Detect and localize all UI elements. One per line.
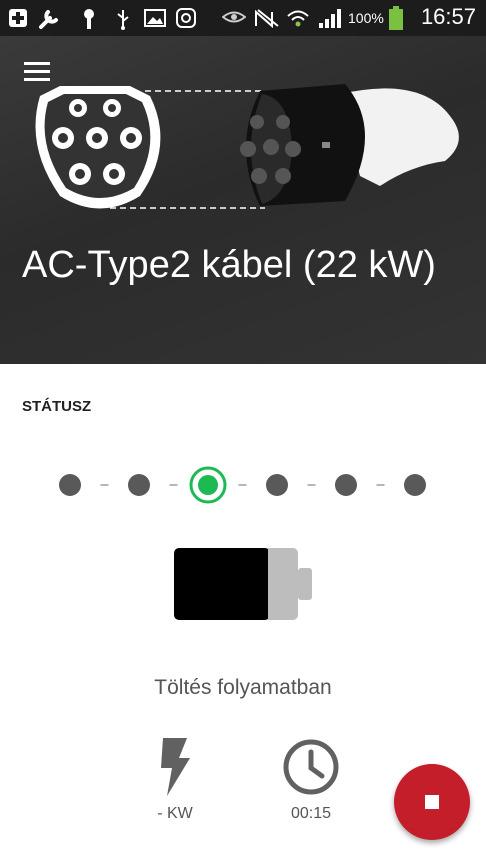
- type2-socket-icon: [35, 86, 161, 209]
- step-dot: [404, 474, 426, 496]
- hamburger-menu-icon[interactable]: [24, 62, 50, 82]
- step-dot-active: [198, 475, 218, 495]
- battery-charging-icon: [174, 548, 312, 620]
- step-dot: [128, 474, 150, 496]
- instagram-icon: [176, 8, 196, 28]
- power-stat: - KW: [130, 738, 220, 823]
- key-icon: [84, 9, 94, 29]
- type2-plug-image: [240, 84, 459, 206]
- page-title: AC-Type2 kábel (22 kW): [22, 244, 436, 286]
- clock-time: 16:57: [420, 4, 476, 29]
- stop-icon: [425, 795, 439, 809]
- eye-icon: [222, 11, 246, 23]
- hero-header: AC-Type2 kábel (22 kW): [0, 36, 486, 364]
- no-signal-icon: [255, 9, 279, 28]
- stop-charging-button[interactable]: [394, 764, 470, 840]
- charging-status-text: Töltés folyamatban: [154, 676, 332, 699]
- status-stepper: [59, 466, 426, 504]
- step-dot: [335, 474, 357, 496]
- clock-icon: [283, 739, 339, 795]
- status-bar: 100% 16:57: [0, 0, 486, 36]
- type2-connector-illustration: [35, 84, 459, 209]
- time-stat: 00:15: [266, 738, 356, 823]
- usb-icon: [117, 10, 129, 30]
- plus-icon: [9, 9, 27, 27]
- status-section-label: STÁTUSZ: [22, 398, 92, 415]
- time-value: 00:15: [290, 805, 332, 822]
- step-dot: [266, 474, 288, 496]
- wifi-icon: [287, 10, 309, 27]
- signal-bars-icon: [319, 9, 341, 28]
- step-dot: [59, 474, 81, 496]
- battery-percent: 100%: [348, 10, 384, 26]
- battery-icon: [389, 6, 403, 30]
- image-icon: [144, 9, 166, 27]
- wrench-icon: [39, 10, 58, 29]
- lightning-icon: [161, 738, 190, 796]
- power-value: - KW: [157, 805, 193, 822]
